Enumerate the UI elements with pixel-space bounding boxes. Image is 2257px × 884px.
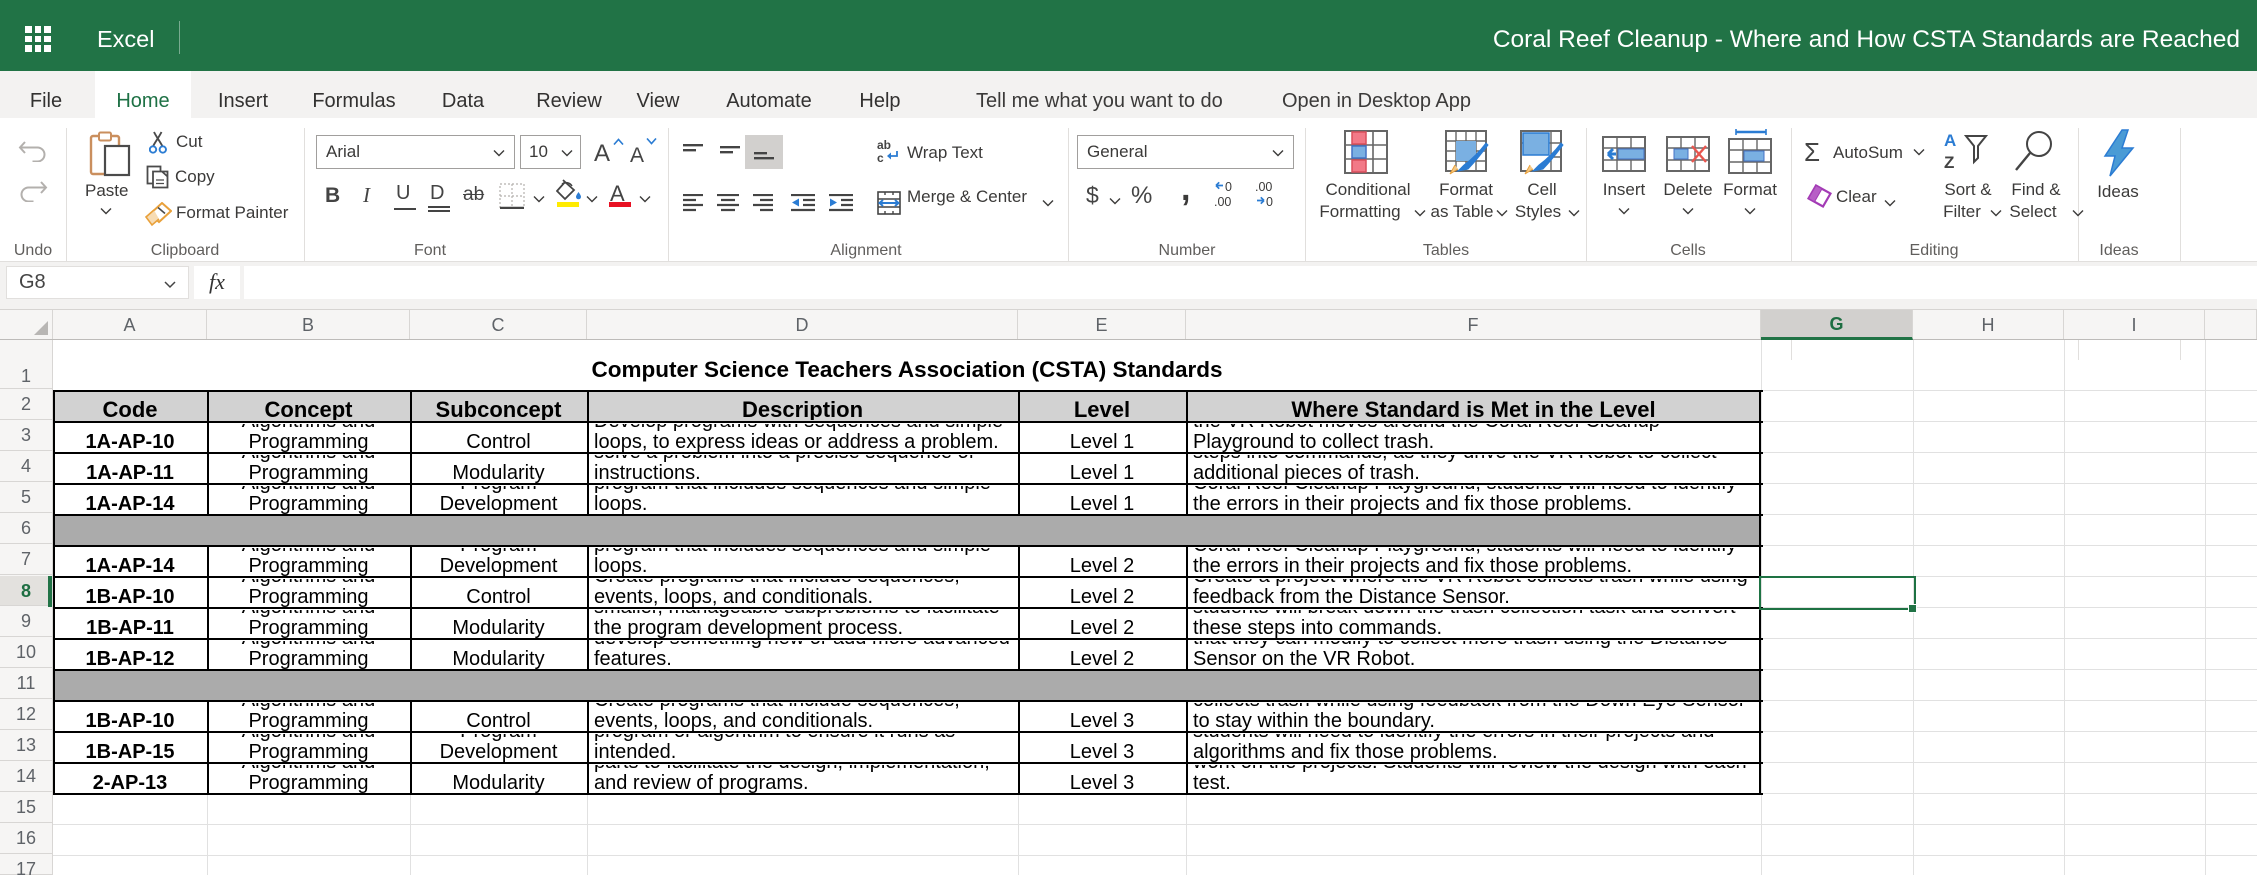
svg-text:.00: .00 [1214, 195, 1231, 208]
svg-text:ab: ab [877, 138, 891, 152]
svg-text:Z: Z [1944, 153, 1954, 172]
svg-text:A: A [1944, 131, 1956, 150]
svg-text:0: 0 [1266, 195, 1273, 208]
svg-text:0: 0 [1225, 180, 1232, 194]
svg-text:c: c [877, 151, 884, 165]
svg-text:.00: .00 [1255, 180, 1272, 194]
